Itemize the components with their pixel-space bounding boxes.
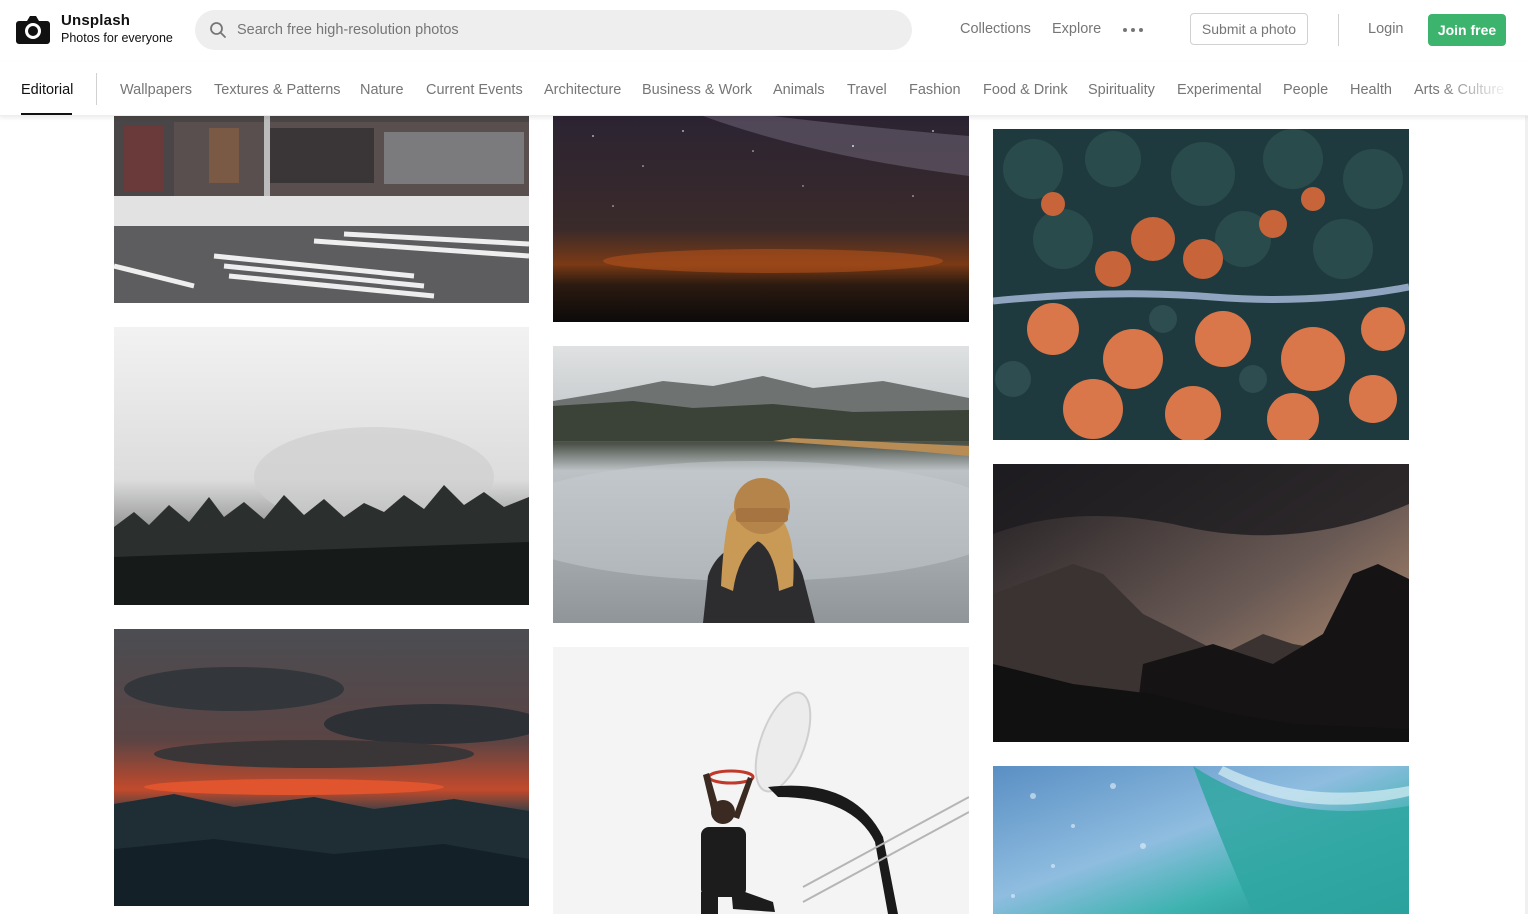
tab-fashion[interactable]: Fashion	[909, 82, 961, 99]
tab-current-events[interactable]: Current Events	[426, 82, 523, 99]
login-link[interactable]: Login	[1368, 20, 1403, 38]
search-bar[interactable]	[195, 10, 912, 50]
camera-logo-icon[interactable]	[16, 14, 50, 46]
tab-nature[interactable]: Nature	[360, 82, 404, 99]
tab-animals[interactable]: Animals	[773, 82, 825, 99]
dark-mountain-silhouette-photo[interactable]	[993, 464, 1409, 742]
tab-wallpapers[interactable]: Wallpapers	[120, 82, 192, 99]
misty-forest-photo[interactable]	[114, 327, 529, 605]
snowy-street-corner-photo[interactable]	[114, 116, 529, 303]
header-divider	[1338, 14, 1339, 46]
submit-photo-button[interactable]: Submit a photo	[1190, 13, 1308, 45]
tab-food-drink[interactable]: Food & Drink	[983, 82, 1068, 99]
join-free-button[interactable]: Join free	[1428, 14, 1506, 46]
tab-travel[interactable]: Travel	[847, 82, 887, 99]
top-navigation-bar: Unsplash Photos for everyone Collections…	[0, 0, 1528, 62]
tab-business-work[interactable]: Business & Work	[642, 82, 752, 99]
category-tabs: Editorial Wallpapers Textures & Patterns…	[0, 62, 1528, 116]
autumn-forest-road-aerial-photo[interactable]	[993, 129, 1409, 440]
tab-textures-patterns[interactable]: Textures & Patterns	[214, 82, 341, 99]
basketball-dunk-photo[interactable]	[553, 647, 969, 914]
search-input[interactable]	[237, 22, 877, 38]
tab-spirituality[interactable]: Spirituality	[1088, 82, 1155, 99]
brand[interactable]: Unsplash Photos for everyone	[61, 13, 173, 45]
brand-name: Unsplash	[61, 12, 131, 29]
milky-way-night-sky-photo[interactable]	[553, 116, 969, 322]
tab-health[interactable]: Health	[1350, 82, 1392, 99]
brand-tagline: Photos for everyone	[61, 31, 173, 45]
active-tab-indicator	[21, 113, 72, 115]
explore-link[interactable]: Explore	[1052, 20, 1101, 38]
tab-editorial[interactable]: Editorial	[21, 82, 73, 99]
tab-people[interactable]: People	[1283, 82, 1328, 99]
more-options-icon[interactable]	[1123, 27, 1143, 33]
red-sunset-mountains-photo[interactable]	[114, 629, 529, 906]
woman-lake-mountains-photo[interactable]	[553, 346, 969, 623]
collections-link[interactable]: Collections	[960, 20, 1031, 38]
tab-experimental[interactable]: Experimental	[1177, 82, 1262, 99]
tabs-scroll-fade	[1438, 62, 1528, 114]
tabs-divider	[96, 73, 97, 105]
ocean-wave-photo[interactable]	[993, 766, 1409, 914]
search-icon	[210, 22, 226, 38]
tab-architecture[interactable]: Architecture	[544, 82, 621, 99]
